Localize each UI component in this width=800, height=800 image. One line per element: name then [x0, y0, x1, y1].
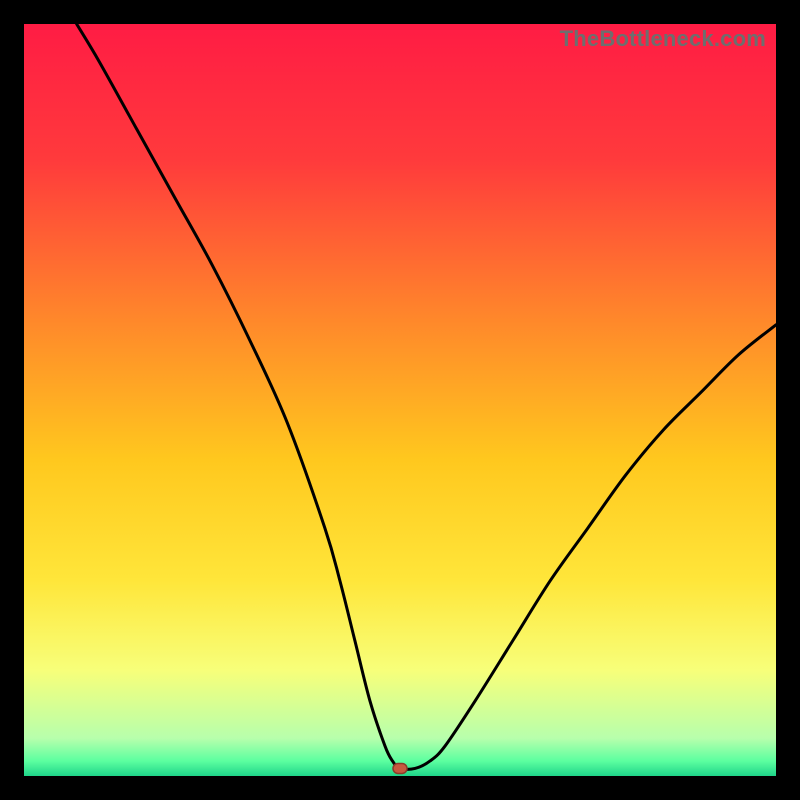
chart-frame: TheBottleneck.com — [0, 0, 800, 800]
plot-area: TheBottleneck.com — [24, 24, 776, 776]
curve-path — [77, 24, 776, 769]
optimal-point-marker — [393, 763, 407, 773]
watermark-text: TheBottleneck.com — [560, 26, 766, 52]
bottleneck-curve — [24, 24, 776, 776]
